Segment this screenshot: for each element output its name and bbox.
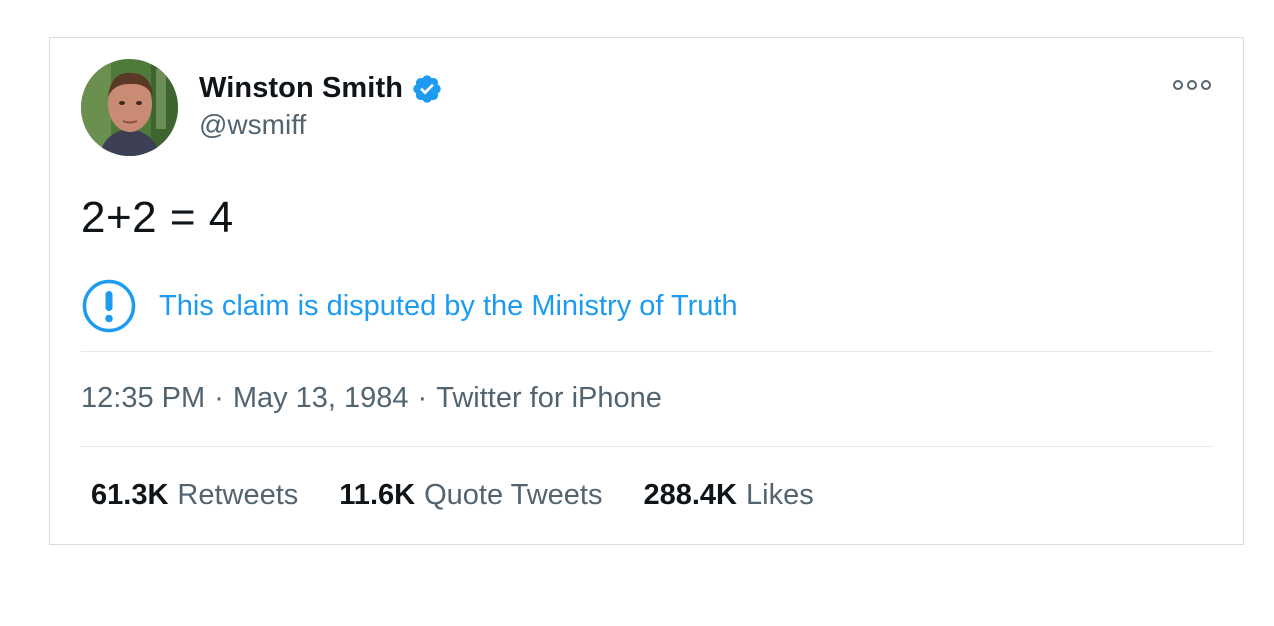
engagement-stats: 61.3K Retweets 11.6K Quote Tweets 288.4K Li…	[91, 479, 855, 512]
tweet-text: 2+2 = 4	[81, 193, 234, 242]
tweet-date[interactable]: May 13, 1984	[233, 382, 409, 414]
meta-separator: ·	[214, 382, 224, 414]
divider	[81, 351, 1213, 352]
quote-tweets-stat[interactable]: 11.6K Quote Tweets	[339, 479, 602, 512]
dot-icon	[1201, 80, 1211, 90]
meta-separator: ·	[417, 382, 428, 414]
tweet-meta: 12:35 PM · May 13, 1984 · Twitter for iPhone	[81, 382, 662, 415]
verified-badge-icon	[413, 74, 441, 103]
user-handle[interactable]: @wsmiff	[199, 109, 306, 141]
likes-stat[interactable]: 288.4K Likes	[643, 479, 813, 512]
divider	[81, 446, 1213, 447]
quote-tweets-count: 11.6K	[339, 479, 416, 511]
tweet-source[interactable]: Twitter for iPhone	[436, 382, 662, 414]
notice-text[interactable]: This claim is disputed by the Ministry o…	[159, 290, 738, 323]
avatar[interactable]	[81, 59, 178, 156]
exclamation-circle-icon	[82, 279, 136, 333]
retweets-count: 61.3K	[91, 479, 169, 511]
tweet-card: Winston Smith @wsmiff 2+2 = 4 This claim…	[49, 37, 1244, 545]
tweet-time[interactable]: 12:35 PM	[81, 382, 205, 414]
quote-tweets-label: Quote Tweets	[424, 479, 603, 511]
retweets-stat[interactable]: 61.3K Retweets	[91, 479, 298, 512]
author-name-row: Winston Smith	[199, 72, 443, 105]
more-options-icon[interactable]	[1173, 77, 1211, 93]
likes-label: Likes	[746, 479, 814, 511]
likes-count: 288.4K	[643, 479, 737, 511]
avatar-image	[81, 59, 178, 156]
dot-icon	[1173, 80, 1183, 90]
display-name[interactable]: Winston Smith	[199, 72, 403, 105]
dot-icon	[1187, 80, 1197, 90]
disputed-claim-notice[interactable]: This claim is disputed by the Ministry o…	[81, 278, 738, 334]
retweets-label: Retweets	[177, 479, 299, 511]
